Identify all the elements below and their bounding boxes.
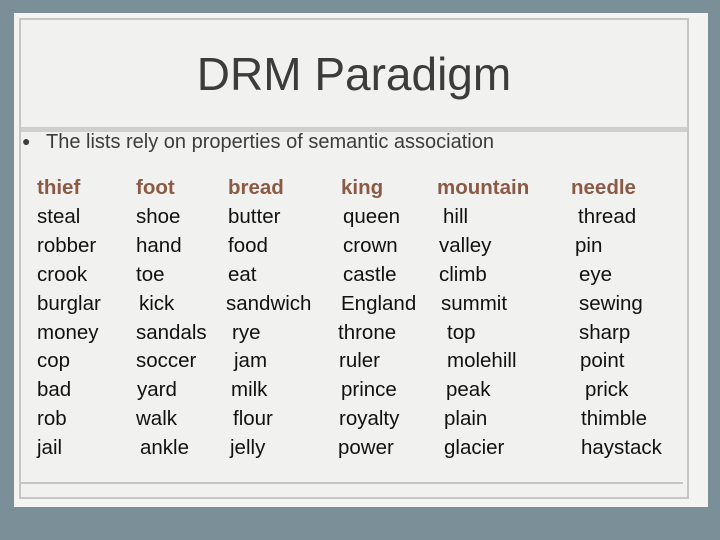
list-word: top [447, 320, 476, 344]
list-word: valley [439, 233, 492, 257]
list-word: bad [37, 378, 72, 402]
list-word: prick [585, 378, 629, 402]
list-word: peak [446, 378, 491, 402]
list-word: robber [37, 233, 97, 257]
list-header-word: mountain [437, 176, 530, 199]
word-list-1: foot shoe hand toe kick sandals soccer yard walk… [136, 174, 207, 463]
bullet-icon: ● [22, 133, 31, 149]
list-word: flour [233, 407, 273, 431]
list-word: pin [575, 233, 603, 257]
list-word: thimble [581, 407, 648, 431]
word-list-5: needle thread pin eye sewing sharp point prick t… [571, 174, 662, 463]
word-list-2: bread butter food eat sandwich rye jam milk flou… [226, 174, 312, 463]
list-header-word: foot [136, 176, 175, 199]
list-word: prince [341, 378, 397, 402]
list-word: hand [136, 233, 182, 257]
list-word: England [341, 291, 417, 315]
list-word: crown [343, 233, 398, 257]
slide-title: DRM Paradigm [196, 48, 512, 100]
list-word: castle [343, 262, 397, 286]
word-list-3: king queen crown castle England throne ruler pr… [338, 174, 417, 463]
list-word: power [338, 436, 394, 460]
list-word: cop [37, 349, 71, 373]
list-word: eye [579, 262, 613, 286]
list-word: sewing [579, 291, 643, 315]
list-word: butter [228, 204, 281, 228]
list-word: walk [136, 407, 178, 431]
list-word: toe [136, 262, 165, 286]
list-word: rob [37, 407, 67, 431]
word-list-0: thief steal robber crook burglar money cop bad r… [37, 174, 101, 463]
list-word: queen [343, 204, 401, 228]
bullet-text: The lists rely on properties of semantic… [46, 131, 494, 153]
list-header-word: king [341, 176, 384, 199]
list-word: eat [228, 262, 257, 286]
list-word: jam [234, 349, 268, 373]
list-word: milk [231, 378, 268, 402]
list-header-word: thief [37, 176, 81, 199]
list-word: shoe [136, 204, 181, 228]
list-header-word: needle [571, 176, 636, 199]
list-word: ankle [140, 436, 190, 460]
bullet-point: ● The lists rely on properties of semanti… [22, 131, 494, 154]
list-word: glacier [444, 436, 505, 460]
list-word: throne [338, 320, 397, 344]
list-word: yard [137, 378, 177, 402]
list-word: money [37, 320, 99, 344]
list-word: haystack [581, 436, 662, 460]
list-word: steal [37, 204, 81, 228]
list-word: food [228, 233, 268, 257]
list-word: jelly [230, 436, 266, 460]
list-word: molehill [447, 349, 517, 373]
list-word: crook [37, 262, 88, 286]
word-list-4: mountain hill valley climb summit top molehill… [437, 174, 529, 463]
footer-divider [21, 482, 683, 484]
list-word: hill [443, 204, 469, 228]
title-area: DRM Paradigm [21, 20, 687, 126]
list-header-word: bread [228, 176, 284, 199]
list-word: sharp [579, 320, 631, 344]
list-word: royalty [339, 407, 400, 431]
list-word: sandwich [226, 291, 312, 315]
list-word: plain [444, 407, 488, 431]
list-word: sandals [136, 320, 207, 344]
list-word: burglar [37, 291, 101, 315]
list-word: soccer [136, 349, 197, 373]
list-word: ruler [339, 349, 381, 373]
list-word: kick [139, 291, 175, 315]
list-word: point [580, 349, 625, 373]
list-word: jail [37, 436, 63, 460]
list-word: climb [439, 262, 487, 286]
list-word: rye [232, 320, 261, 344]
list-word: summit [441, 291, 508, 315]
list-word: thread [578, 204, 637, 228]
